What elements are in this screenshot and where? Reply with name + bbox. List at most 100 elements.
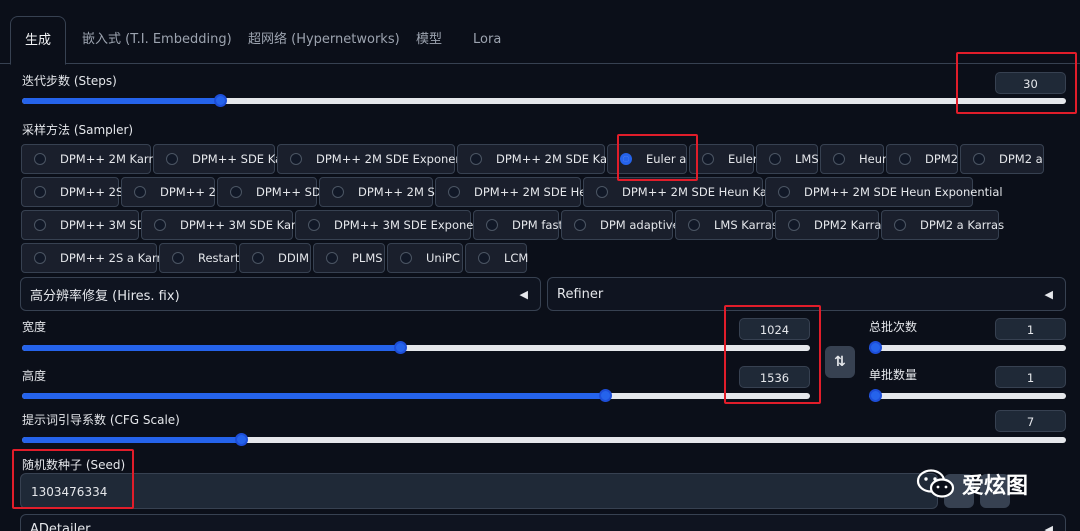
sampler-option[interactable]: PLMS [313, 243, 385, 273]
sampler-option[interactable]: Euler a [607, 144, 687, 174]
sampler-option-label: Heun [859, 152, 890, 166]
cfg-scale-input[interactable]: 7 [995, 410, 1066, 432]
height-slider[interactable] [22, 389, 810, 402]
radio-icon [470, 153, 482, 165]
batch-count-slider-thumb[interactable] [869, 341, 882, 354]
tab-textual-inversion[interactable]: 嵌入式 (T.I. Embedding) [82, 16, 232, 64]
sampler-option[interactable]: DPM++ 3M SDE Exponential [295, 210, 499, 240]
sampler-option[interactable]: DPM adaptive [561, 210, 680, 240]
batch-size-label: 单批数量 [869, 368, 918, 382]
sampler-option-label: UniPC [426, 251, 460, 265]
radio-icon [596, 186, 608, 198]
swap-dimensions-button[interactable]: ⇅ [825, 346, 855, 378]
steps-input[interactable]: 30 [995, 72, 1066, 94]
radio-icon [788, 219, 800, 231]
sampler-option[interactable]: LMS [756, 144, 819, 174]
radio-icon [154, 219, 166, 231]
sampler-option[interactable]: DPM++ 2M SDE Heun Exponential [765, 177, 1003, 207]
sampler-option[interactable]: DPM++ 2M SDE Heun Karras [583, 177, 789, 207]
steps-slider-thumb[interactable] [214, 94, 228, 107]
steps-slider[interactable] [22, 94, 1066, 107]
radio-icon [448, 186, 460, 198]
watermark-text: 爱炫图 [962, 474, 1029, 499]
sampler-option[interactable]: DDIM [239, 243, 311, 273]
width-slider-thumb[interactable] [394, 341, 408, 354]
sampler-option[interactable]: DPM++ 2M SDE [319, 177, 451, 207]
batch-count-slider[interactable] [869, 341, 1066, 354]
refiner-accordion[interactable]: Refiner ◀ [547, 277, 1066, 311]
radio-icon [833, 153, 845, 165]
sampler-option[interactable]: DPM++ 2M [121, 177, 226, 207]
sampler-option[interactable]: DPM++ SDE [217, 177, 328, 207]
tab-hypernetworks[interactable]: 超网络 (Hypernetworks) [248, 16, 400, 64]
radio-icon [620, 153, 632, 165]
sampler-option[interactable]: LMS Karras [675, 210, 778, 240]
radio-icon [134, 186, 146, 198]
sampler-row: DPM++ 2S a DPM++ 2M DPM++ SDE DPM++ 2M SDE D… [20, 176, 1066, 209]
sampler-option-label: Euler a [646, 152, 687, 166]
sampler-option[interactable]: DPM++ 2S a Karras [21, 243, 174, 273]
hires-fix-accordion[interactable]: 高分辨率修复 (Hires. fix) ◀ [20, 277, 541, 311]
sampler-option-label: DPM fast [512, 218, 563, 232]
sampler-option[interactable]: DPM++ 2M SDE Exponential [277, 144, 481, 174]
cfg-scale-slider-fill [22, 437, 242, 443]
sampler-option-label: DPM adaptive [600, 218, 680, 232]
tab-models[interactable]: 模型 [416, 16, 442, 64]
radio-icon [326, 252, 338, 264]
sampler-option[interactable]: DPM++ 2M Karras [21, 144, 166, 174]
triangle-left-icon: ◀ [519, 287, 528, 301]
batch-count-input[interactable]: 1 [995, 318, 1066, 340]
swap-icon: ⇅ [834, 354, 846, 370]
sampler-option[interactable]: DPM++ 2M SDE Heun [435, 177, 601, 207]
sampler-label: 采样方法 (Sampler) [22, 123, 134, 137]
radio-icon [34, 219, 46, 231]
steps-label: 迭代步数 (Steps) [22, 74, 117, 88]
sampler-option[interactable]: Euler [689, 144, 758, 174]
tab-generate[interactable]: 生成 [10, 16, 67, 65]
radio-icon [290, 153, 302, 165]
batch-size-input[interactable]: 1 [995, 366, 1066, 388]
sampler-option[interactable]: DPM++ 3M SDE Karras [141, 210, 313, 240]
batch-size-slider[interactable] [869, 389, 1066, 402]
sampler-option[interactable]: DPM2 a Karras [881, 210, 1004, 240]
radio-icon [308, 219, 320, 231]
sampler-option[interactable]: UniPC [387, 243, 463, 273]
sampler-option-label: DPM++ 2S a Karras [60, 251, 175, 265]
radio-icon [166, 153, 178, 165]
triangle-left-icon: ◀ [1044, 287, 1053, 301]
batch-size-slider-thumb[interactable] [869, 389, 882, 402]
sampler-option[interactable]: DPM++ 2S a [21, 177, 134, 207]
radio-icon [252, 252, 264, 264]
radio-icon [899, 153, 911, 165]
refiner-label: Refiner [557, 286, 604, 302]
sampler-option[interactable]: DPM fast [473, 210, 563, 240]
radio-icon [973, 153, 985, 165]
width-slider[interactable] [22, 341, 810, 354]
sampler-option[interactable]: DPM2 [886, 144, 958, 174]
cfg-scale-slider-thumb[interactable] [235, 433, 249, 446]
batch-count-label: 总批次数 [869, 320, 918, 334]
height-input[interactable]: 1536 [739, 366, 810, 388]
sampler-option[interactable]: LCM [465, 243, 528, 273]
sampler-option[interactable]: DPM++ 2M SDE Karras [457, 144, 629, 174]
cfg-scale-slider[interactable] [22, 433, 1066, 446]
sampler-option[interactable]: Restart [159, 243, 239, 273]
sampler-option-label: LMS [795, 152, 819, 166]
seed-input[interactable]: 1303476334 [20, 473, 938, 509]
sampler-option[interactable]: DPM2 a [960, 144, 1044, 174]
height-slider-thumb[interactable] [599, 389, 613, 402]
sampler-option-label: Euler [728, 152, 758, 166]
adetailer-accordion[interactable]: ADetailer ◀ [20, 514, 1066, 531]
radio-icon [34, 252, 46, 264]
sampler-option[interactable]: Heun [820, 144, 889, 174]
radio-icon [34, 153, 46, 165]
sampler-option[interactable]: DPM++ SDE Karras [153, 144, 304, 174]
tab-lora[interactable]: Lora [473, 16, 501, 64]
tab-bar: 生成 嵌入式 (T.I. Embedding) 超网络 (Hypernetwor… [0, 14, 1080, 65]
radio-icon [34, 186, 46, 198]
sampler-option[interactable]: DPM2 Karras [775, 210, 887, 240]
sampler-option-label: DPM++ 2M SDE Heun [474, 185, 601, 199]
hires-fix-label: 高分辨率修复 (Hires. fix) [30, 288, 180, 304]
width-input[interactable]: 1024 [739, 318, 810, 340]
sampler-option[interactable]: DPM++ 3M SDE [21, 210, 153, 240]
